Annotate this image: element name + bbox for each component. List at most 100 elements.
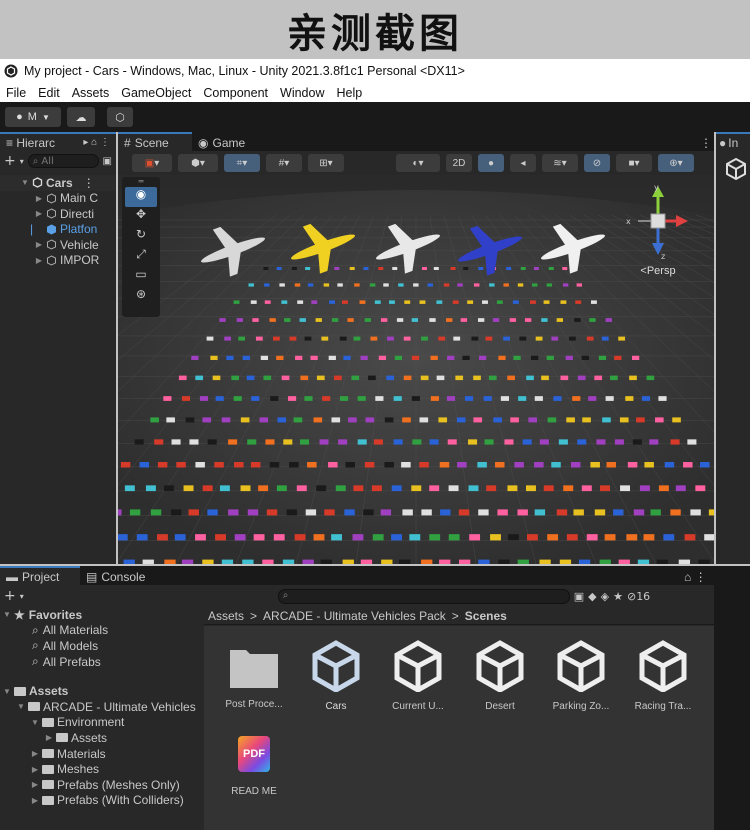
project-search-input[interactable]: ⌕: [277, 588, 570, 604]
menu-gameobject[interactable]: GameObject: [115, 86, 197, 100]
star-icon[interactable]: ★: [613, 590, 623, 603]
draw-mode-dropdown[interactable]: ◐ ▾: [396, 154, 440, 172]
transform-tool-button[interactable]: ⊛: [122, 287, 160, 307]
folder-environment-assets[interactable]: ▶ Assets: [0, 730, 202, 746]
scene-viewport[interactable]: ═ ◉ ✥ ↻ ⤢ ▭ ⊛ y x z <Persp: [118, 175, 714, 564]
breadcrumb-item[interactable]: Scenes: [465, 609, 507, 623]
toggle-2d-button[interactable]: 2D: [446, 154, 472, 172]
folder-materials[interactable]: ▶ Materials: [0, 746, 202, 762]
filter-icon[interactable]: ▣: [103, 156, 112, 167]
folder-prefabs-with-colliders[interactable]: ▶ Prefabs (With Colliders): [0, 793, 202, 809]
lighting-button[interactable]: ●: [478, 154, 504, 172]
chevron-down-icon[interactable]: ▾: [20, 592, 24, 601]
asset-item[interactable]: Parking Zo...: [543, 640, 619, 712]
grid-snap-button[interactable]: ⌗ ▾: [224, 154, 260, 172]
rect-tool-button[interactable]: ▭: [122, 267, 160, 287]
vehicle-model: [163, 396, 172, 401]
chevron-down-icon[interactable]: ▾: [20, 157, 24, 166]
expand-icon[interactable]: ▼: [28, 718, 42, 727]
tab-project[interactable]: ▬ Project: [0, 566, 80, 585]
hierarchy-search-input[interactable]: ⌕ All: [27, 154, 99, 168]
menu-help[interactable]: Help: [330, 86, 368, 100]
folder-arcade[interactable]: ▼ ARCADE - Ultimate Vehicles: [0, 699, 202, 715]
breadcrumb-item[interactable]: ARCADE - Ultimate Vehicles Pack: [263, 609, 446, 623]
favorite-item[interactable]: ⌕ All Models: [0, 638, 202, 654]
more-icon[interactable]: ⋮: [83, 176, 95, 190]
gizmos-button[interactable]: ⊕ ▾: [658, 154, 694, 172]
scale-tool-button[interactable]: ⤢: [122, 247, 160, 267]
hierarchy-item-vehicles[interactable]: ▶ Vehicle: [0, 237, 116, 253]
hierarchy-item-cars[interactable]: ▼ Cars ⋮: [0, 175, 116, 191]
menu-assets[interactable]: Assets: [66, 86, 116, 100]
camera-button[interactable]: ■ ▾: [616, 154, 652, 172]
hierarchy-item-main-camera[interactable]: ▶ Main C: [0, 191, 116, 207]
hierarchy-item-directional-light[interactable]: ▶ Directi: [0, 206, 116, 222]
increment-snap-button[interactable]: ⊞ ▾: [308, 154, 344, 172]
hierarchy-item-platform[interactable]: | Platfon: [0, 222, 116, 238]
account-button[interactable]: ● M ▼: [5, 107, 61, 127]
hierarchy-item-important[interactable]: ▶ IMPOR: [0, 253, 116, 269]
expand-icon[interactable]: ▶: [28, 780, 42, 789]
expand-icon[interactable]: ▶: [28, 749, 42, 758]
folder-meshes[interactable]: ▶ Meshes: [0, 761, 202, 777]
panel-divider[interactable]: [714, 566, 750, 830]
favorite-item[interactable]: ⌕ All Materials: [0, 623, 202, 639]
drag-handle[interactable]: ═: [122, 177, 160, 187]
asset-item[interactable]: PDF READ ME: [216, 736, 292, 797]
collab-button[interactable]: ⬡: [107, 107, 133, 127]
asset-item[interactable]: Cars: [298, 640, 374, 712]
folder-assets[interactable]: ▼ Assets: [0, 683, 202, 699]
favorite-item[interactable]: ⌕ All Prefabs: [0, 654, 202, 670]
asset-item[interactable]: Desert: [462, 640, 538, 712]
asset-item[interactable]: Racing Tra...: [625, 640, 701, 712]
draw-mode-button[interactable]: ▣ ▾: [132, 154, 172, 172]
effects-button[interactable]: ≋ ▾: [542, 154, 578, 172]
breadcrumb-item[interactable]: Assets: [208, 609, 244, 623]
move-tool-button[interactable]: ✥: [122, 207, 160, 227]
vehicle-model: [393, 439, 403, 445]
add-icon[interactable]: +: [4, 153, 16, 169]
lock-icon[interactable]: ▸ ⌂ ⋮: [83, 137, 110, 148]
lock-button[interactable]: ⌂ ⋮: [678, 566, 714, 585]
cloud-button[interactable]: ☁: [67, 107, 95, 127]
tab-console[interactable]: ▤ Console: [80, 566, 152, 585]
expand-icon[interactable]: ▶: [32, 256, 46, 265]
filter-by-type-icon[interactable]: ▣: [574, 590, 584, 603]
tag-icon[interactable]: ◈: [601, 590, 609, 603]
add-icon[interactable]: +: [4, 588, 16, 604]
asset-item[interactable]: Current U...: [380, 640, 456, 712]
audio-button[interactable]: ◂: [510, 154, 536, 172]
menu-window[interactable]: Window: [274, 86, 330, 100]
tab-hierarchy[interactable]: ≡ Hierarc ▸ ⌂ ⋮: [0, 132, 116, 151]
expand-icon[interactable]: ▼: [0, 687, 14, 696]
tab-inspector[interactable]: ● In: [716, 132, 750, 151]
rotate-tool-button[interactable]: ↻: [122, 227, 160, 247]
orientation-gizmo[interactable]: y x z <Persp: [618, 181, 698, 277]
expand-icon[interactable]: ▶: [32, 209, 46, 218]
view-tool-button[interactable]: ◉: [125, 187, 157, 207]
folder-prefabs-meshes-only[interactable]: ▶ Prefabs (Meshes Only): [0, 777, 202, 793]
tab-game[interactable]: ◉ Game: [192, 132, 252, 151]
expand-icon[interactable]: ▶: [42, 733, 56, 742]
folder-environment[interactable]: ▼ Environment: [0, 715, 202, 731]
hidden-objects-button[interactable]: ⊘: [584, 154, 610, 172]
render-mode-button[interactable]: ⬢ ▾: [178, 154, 218, 172]
expand-icon[interactable]: ▶: [32, 194, 46, 203]
menu-file[interactable]: File: [0, 86, 32, 100]
grid-button[interactable]: # ▾: [266, 154, 302, 172]
hidden-packages-button[interactable]: ⊘16: [627, 590, 650, 603]
expand-icon[interactable]: ▼: [14, 702, 28, 711]
favorites-header[interactable]: ▼ ★ Favorites: [0, 607, 202, 623]
tab-scene[interactable]: # Scene: [118, 132, 192, 151]
projection-label[interactable]: <Persp: [618, 265, 698, 277]
menu-component[interactable]: Component: [197, 86, 274, 100]
expand-icon[interactable]: ▶: [28, 796, 42, 805]
menu-edit[interactable]: Edit: [32, 86, 66, 100]
panel-menu[interactable]: ⋮: [694, 132, 714, 151]
filter-by-label-icon[interactable]: ◆: [588, 590, 596, 603]
expand-icon[interactable]: ▶: [32, 240, 46, 249]
expand-icon[interactable]: ▶: [28, 765, 42, 774]
asset-item[interactable]: Post Proce...: [216, 644, 292, 710]
expand-icon[interactable]: ▼: [18, 178, 32, 187]
expand-icon[interactable]: ▼: [0, 610, 14, 619]
